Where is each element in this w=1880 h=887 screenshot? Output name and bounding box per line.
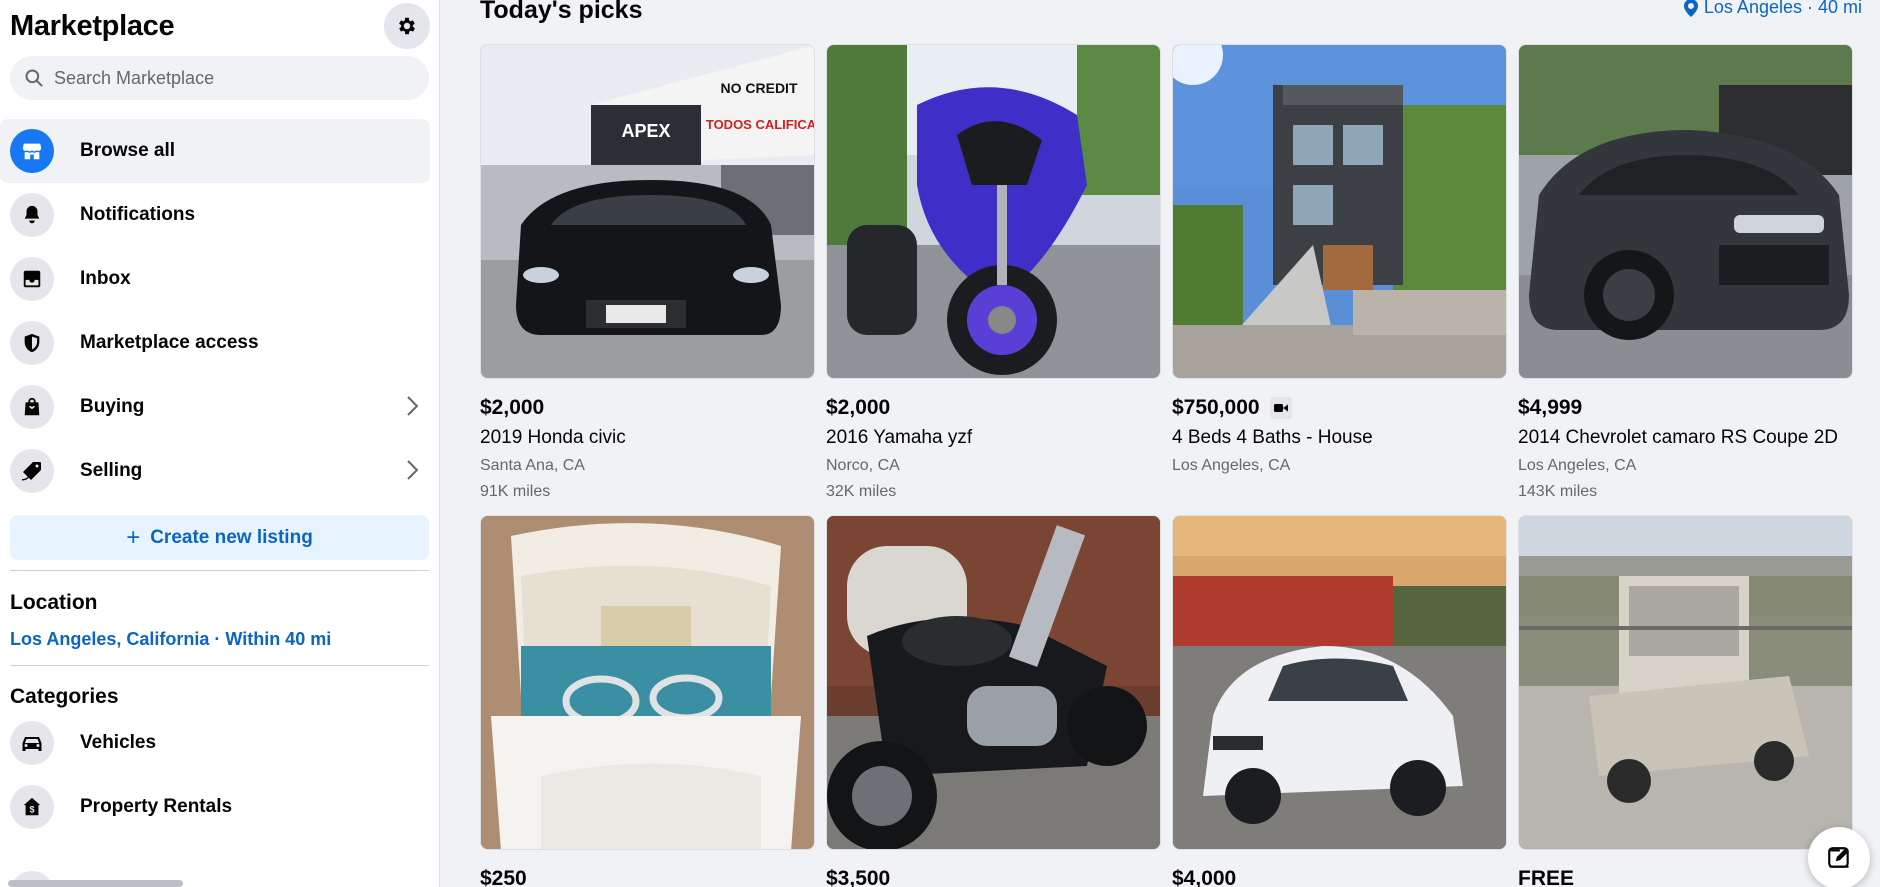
listing-grid: APEX NO CREDIT TODOS CALIFICA $2,000 201… (480, 44, 1853, 887)
listing-card[interactable]: $750,000 4 Beds 4 Baths - House Los Ange… (1172, 44, 1507, 515)
video-camera-icon (1269, 397, 1292, 419)
gear-icon (399, 17, 415, 35)
sidebar-item-selling[interactable]: Selling (10, 439, 429, 503)
sidebar-item-label: Notifications (80, 204, 196, 225)
listing-card[interactable]: $4,999 2014 Chevrolet camaro RS Coupe 2D… (1518, 44, 1853, 515)
sidebar-header: Marketplace (10, 0, 430, 50)
settings-button[interactable] (384, 3, 430, 49)
listing-mileage: 143K miles (1518, 483, 1598, 500)
car-icon (10, 721, 54, 765)
location-filter[interactable]: Los Angeles · 40 mi (1683, 0, 1862, 18)
scrollbar[interactable] (8, 880, 183, 887)
listing-price: $750,000 (1172, 396, 1507, 420)
categories-heading: Categories (10, 685, 119, 708)
listing-location: Norco, CA (826, 457, 900, 474)
house-dollar-icon: $ (10, 785, 54, 829)
plus-icon: + (126, 523, 141, 551)
listing-price: $2,000 (480, 396, 545, 419)
listing-photo (1172, 44, 1507, 379)
location-pin-icon (1683, 0, 1698, 17)
listing-title: 4 Beds 4 Baths - House (1172, 427, 1373, 448)
search-input[interactable] (54, 67, 394, 89)
sidebar-item-label: Selling (80, 460, 143, 481)
listing-price: $4,000 (1172, 867, 1237, 887)
listing-price: FREE (1518, 867, 1575, 887)
sidebar-item-inbox[interactable]: Inbox (10, 247, 429, 311)
listing-mileage: 91K miles (480, 483, 551, 500)
listing-card[interactable]: $3,500 (826, 515, 1161, 887)
category-label: Property Rentals (80, 796, 233, 817)
listing-price: $2,000 (826, 396, 891, 419)
create-listing-label: Create new listing (150, 526, 313, 548)
listing-card[interactable]: $4,000 (1172, 515, 1507, 887)
sidebar-item-label: Marketplace access (80, 332, 259, 353)
category-label: Vehicles (80, 732, 157, 753)
bell-icon (10, 193, 54, 237)
listing-card[interactable]: FREE (1518, 515, 1853, 887)
search-icon (25, 69, 43, 87)
listing-title: 2016 Yamaha yzf (826, 427, 973, 448)
compose-button[interactable] (1808, 827, 1870, 887)
category-property-rentals[interactable]: $ Property Rentals (10, 775, 429, 839)
chevron-right-icon (407, 460, 419, 480)
sidebar-item-buying[interactable]: Buying (10, 375, 429, 439)
search-box[interactable] (10, 56, 429, 100)
listing-photo (480, 515, 815, 850)
listing-photo (1172, 515, 1507, 850)
svg-text:NO CREDIT: NO CREDIT (721, 80, 798, 96)
location-filter-label: Los Angeles · 40 mi (1703, 0, 1862, 17)
shield-icon (10, 321, 54, 365)
location-link[interactable]: Los Angeles, California · Within 40 mi (10, 629, 429, 650)
listing-price: $4,999 (1518, 396, 1583, 419)
svg-text:$: $ (29, 805, 34, 815)
location-heading: Location (10, 591, 98, 614)
sidebar-item-label: Buying (80, 396, 145, 417)
create-listing-button[interactable]: + Create new listing (10, 515, 429, 560)
listing-card[interactable]: APEX NO CREDIT TODOS CALIFICA $2,000 201… (480, 44, 815, 515)
listing-title: 2019 Honda civic (480, 427, 626, 448)
listing-title: 2014 Chevrolet camaro RS Coupe 2D (1518, 427, 1839, 448)
sidebar-nav: Browse all Notifications Inbox Marketpla… (0, 119, 430, 503)
edit-icon (1828, 847, 1849, 868)
sidebar-item-label: Browse all (80, 140, 176, 161)
listing-photo: APEX NO CREDIT TODOS CALIFICA (480, 44, 815, 379)
inbox-icon (10, 257, 54, 301)
main-content: Today's picks Los Angeles · 40 mi APEX N… (441, 0, 1880, 887)
sidebar-item-notifications[interactable]: Notifications (10, 183, 429, 247)
listing-photo (826, 44, 1161, 379)
svg-text:TODOS CALIFICA: TODOS CALIFICA (706, 117, 815, 132)
chevron-right-icon (407, 396, 419, 416)
sidebar: Marketplace Browse all Notifications Inb… (0, 0, 440, 887)
listing-location: Los Angeles, CA (1518, 457, 1637, 474)
tag-icon (10, 449, 54, 493)
listing-card[interactable]: $250 (480, 515, 815, 887)
svg-text:APEX: APEX (621, 121, 670, 141)
divider (10, 665, 429, 666)
listing-price: $3,500 (826, 867, 891, 887)
shopping-bag-icon (10, 385, 54, 429)
listing-location: Los Angeles, CA (1172, 457, 1291, 474)
listing-mileage: 32K miles (826, 483, 897, 500)
listing-price-value: $750,000 (1172, 396, 1260, 419)
storefront-icon (10, 129, 54, 173)
listing-card[interactable]: $2,000 2016 Yamaha yzf Norco, CA 32K mil… (826, 44, 1161, 515)
sidebar-item-browse-all[interactable]: Browse all (0, 119, 430, 183)
category-vehicles[interactable]: Vehicles (10, 711, 429, 775)
listing-photo (1518, 515, 1853, 850)
section-heading: Today's picks (480, 0, 643, 24)
listing-location: Santa Ana, CA (480, 457, 585, 474)
sidebar-item-marketplace-access[interactable]: Marketplace access (10, 311, 429, 375)
sidebar-item-label: Inbox (80, 268, 131, 289)
listing-photo (1518, 44, 1853, 379)
listing-photo (826, 515, 1161, 850)
listing-price: $250 (480, 867, 527, 887)
page-title: Marketplace (10, 9, 175, 42)
divider (10, 570, 429, 571)
